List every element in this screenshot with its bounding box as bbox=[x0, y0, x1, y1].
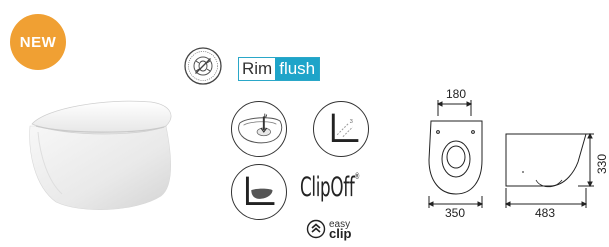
soft-close-seat-icon bbox=[231, 164, 287, 220]
easyclip-chevron-icon bbox=[306, 219, 326, 239]
antibacterial-seal-icon bbox=[184, 47, 222, 85]
front-view bbox=[427, 100, 484, 208]
new-badge: NEW bbox=[10, 14, 66, 70]
wall-hung-icon: 3 bbox=[313, 101, 369, 157]
dimension-drawing: 180 350 483 330 bbox=[427, 87, 609, 220]
clipoff-registered-mark: ® bbox=[354, 172, 360, 182]
easyclip-logo-clip: clip bbox=[329, 226, 352, 241]
dim-front-width: 350 bbox=[445, 206, 465, 220]
side-view bbox=[504, 132, 594, 208]
rimless-flush-icon bbox=[231, 101, 287, 157]
wall-hung-toilet-image bbox=[29, 100, 172, 210]
clipoff-logo-text: ClipOff bbox=[300, 172, 355, 203]
dim-top-width: 180 bbox=[446, 87, 466, 101]
dim-height: 330 bbox=[595, 154, 609, 174]
new-badge-label: NEW bbox=[19, 33, 57, 51]
dim-side-depth: 483 bbox=[535, 206, 555, 220]
easyclip-logo: easy clip bbox=[306, 219, 352, 241]
rimflush-logo: Rim flush bbox=[238, 57, 321, 81]
clipoff-logo: ClipOff® bbox=[300, 172, 360, 203]
svg-text:3: 3 bbox=[350, 119, 353, 125]
rimflush-logo-flush: flush bbox=[275, 58, 320, 80]
rimflush-logo-rim: Rim bbox=[239, 58, 276, 80]
